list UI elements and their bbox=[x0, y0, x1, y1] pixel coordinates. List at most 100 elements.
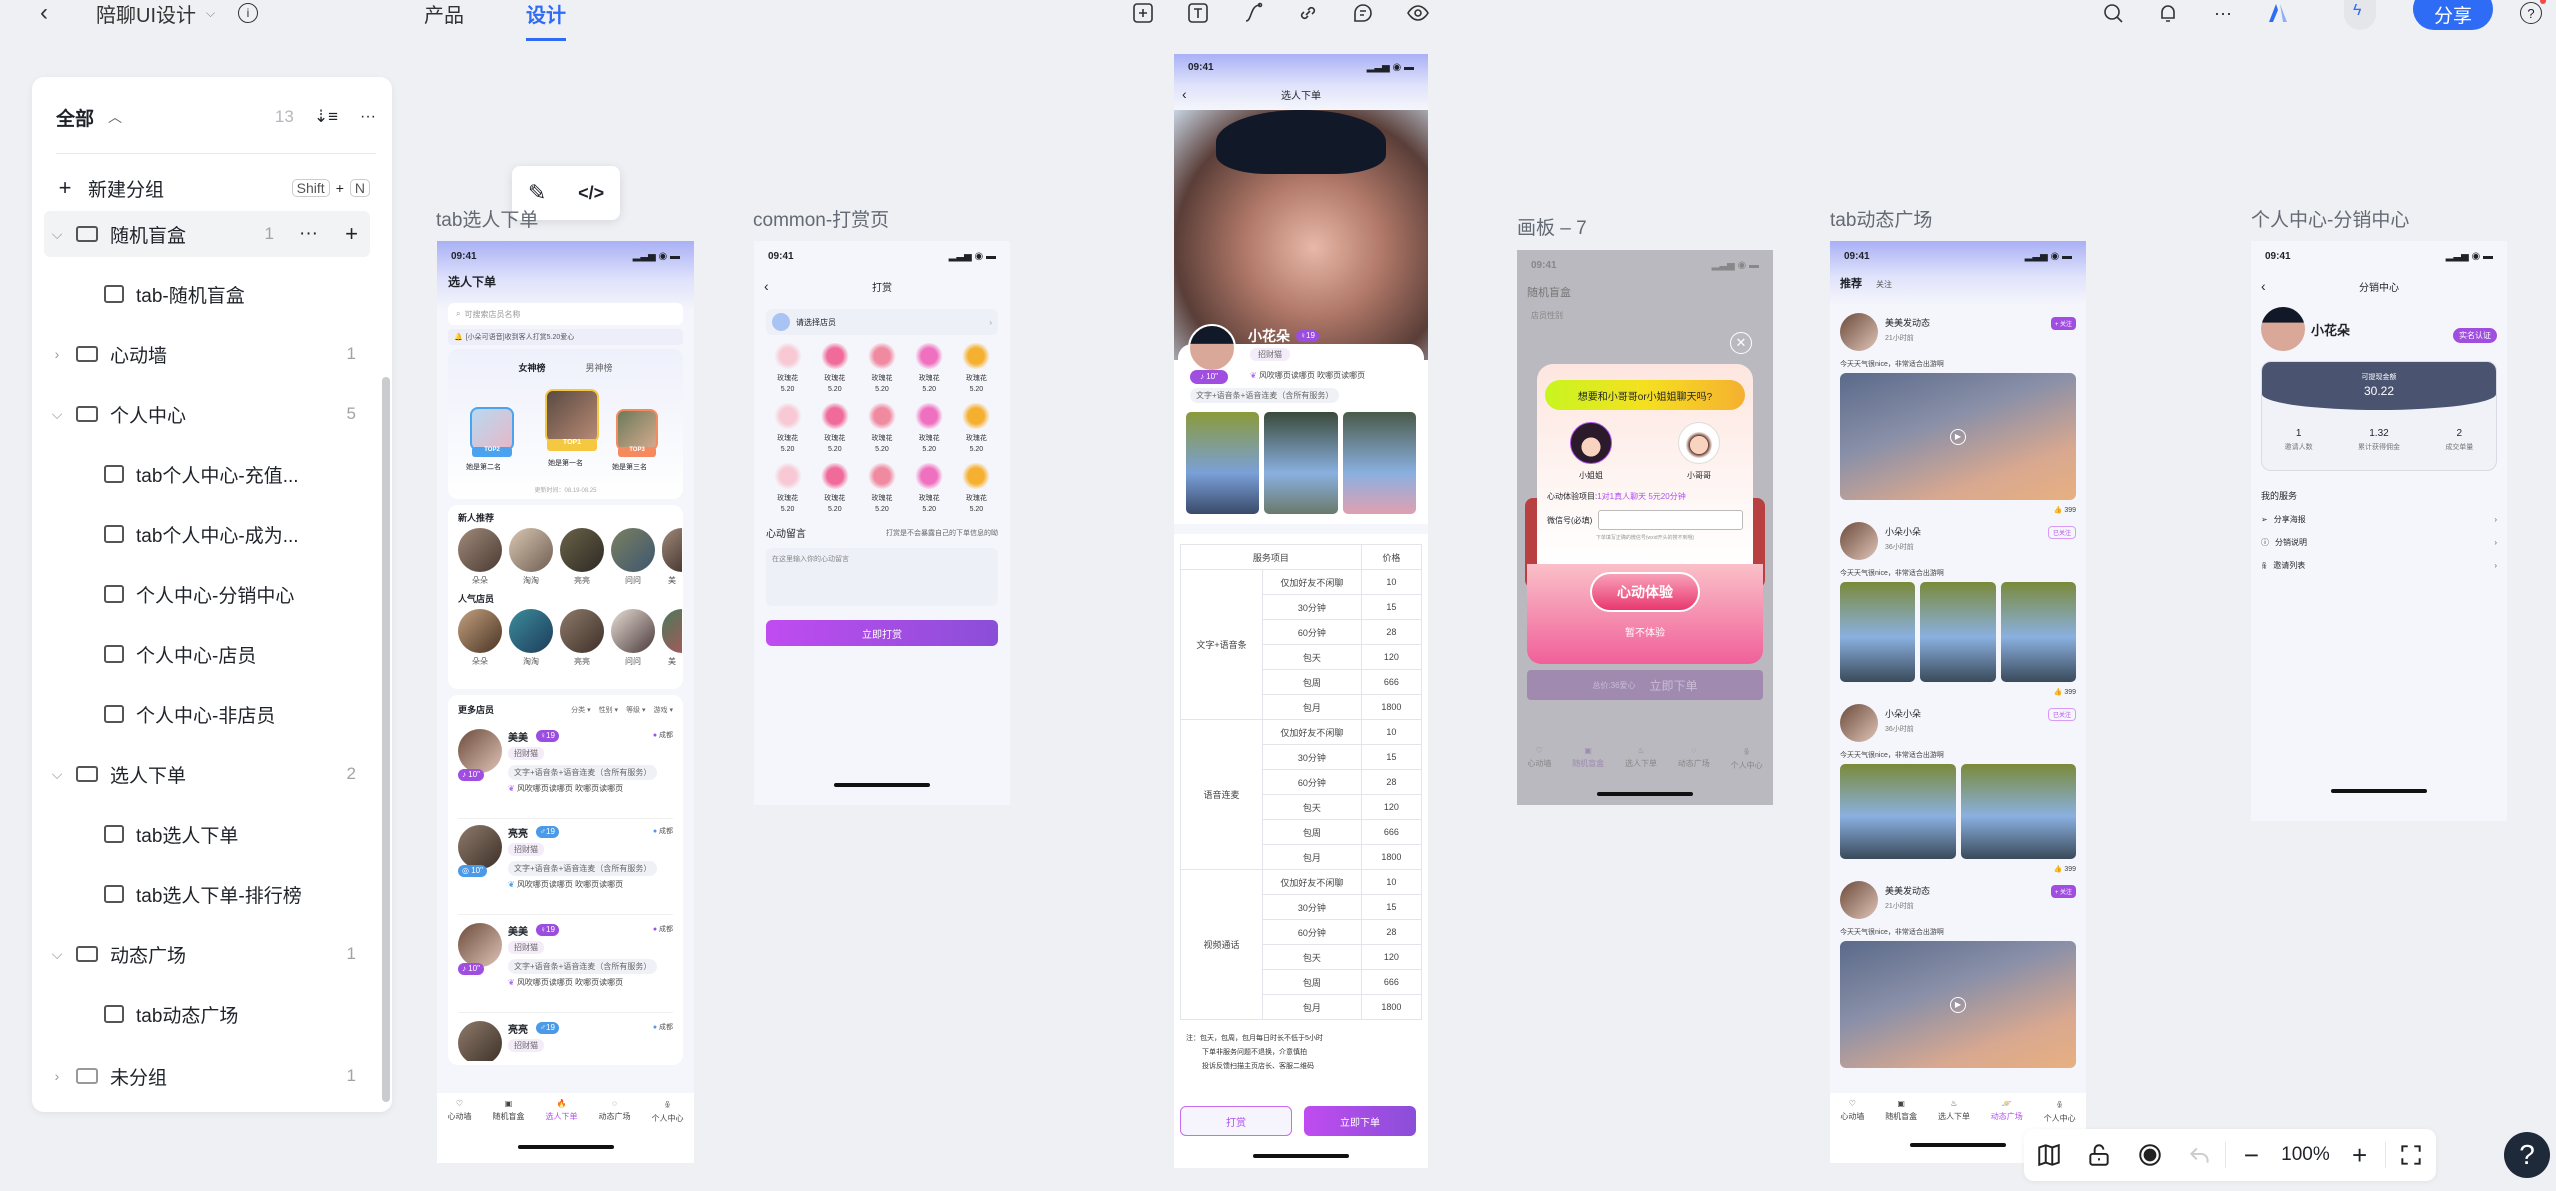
person-item[interactable]: 亮亮 bbox=[560, 609, 604, 667]
project-name[interactable]: 陪聊UI设计 ⌵ bbox=[96, 0, 215, 27]
person-item[interactable]: 淘淘 bbox=[509, 528, 553, 586]
photo[interactable] bbox=[1342, 412, 1416, 514]
filter-dropdown[interactable]: 分类 ▾ bbox=[571, 705, 590, 715]
gift-item[interactable]: 玫瑰花 5.20 bbox=[906, 403, 953, 453]
sidebar-item-page[interactable]: 个人中心-分销中心 bbox=[44, 571, 370, 617]
new-group-button[interactable]: + 新建分组 Shift + N bbox=[44, 165, 370, 211]
play-icon[interactable]: ▶ bbox=[1950, 428, 1966, 445]
sidebar-item-page[interactable]: tab个人中心-成为... bbox=[44, 511, 370, 557]
photo[interactable] bbox=[1264, 412, 1338, 514]
option-female[interactable]: 小姐姐 bbox=[1570, 422, 1612, 481]
service-invite-list[interactable]: ꆜ 邀请列表 › bbox=[2251, 554, 2507, 577]
nav-item[interactable]: ♨ 选人下单 bbox=[1625, 746, 1657, 780]
tab-product[interactable]: 产品 bbox=[424, 0, 464, 27]
photo[interactable] bbox=[1920, 582, 1996, 682]
more-icon[interactable]: ··· bbox=[299, 223, 318, 245]
frame-label[interactable]: tab选人下单 bbox=[436, 205, 538, 232]
voice-badge[interactable]: ♪ 10" bbox=[1190, 370, 1228, 384]
avatar[interactable] bbox=[1840, 881, 1878, 919]
back-icon[interactable]: ‹ bbox=[2261, 278, 2266, 294]
podium-avatar-3[interactable] bbox=[616, 409, 658, 451]
follow-button[interactable]: 已关注 bbox=[2047, 708, 2076, 721]
experience-button[interactable]: 心动体验 bbox=[1590, 572, 1700, 612]
gift-item[interactable]: 玫瑰花 5.20 bbox=[953, 343, 1000, 393]
person-item[interactable]: 朵朵 bbox=[458, 528, 502, 586]
gift-item[interactable]: 玫瑰花 5.20 bbox=[858, 403, 905, 453]
gift-item[interactable]: 玫瑰花 5.20 bbox=[764, 403, 811, 453]
person-item[interactable]: 问问 bbox=[611, 528, 655, 586]
staff-row[interactable]: 亮亮 ♂19 ● 成都 招财猫 bbox=[458, 1021, 673, 1061]
sidebar-group-heart-wall[interactable]: › 心动墙 1 bbox=[44, 331, 370, 377]
fullscreen-button[interactable] bbox=[2386, 1129, 2436, 1181]
sidebar-item-page[interactable]: 个人中心-非店员 bbox=[44, 691, 370, 737]
close-popup-button[interactable]: ✕ bbox=[1730, 332, 1752, 354]
tab-design[interactable]: 设计 bbox=[526, 0, 566, 27]
person-item[interactable]: 朵朵 bbox=[458, 609, 502, 667]
notification-button[interactable] bbox=[2155, 0, 2181, 26]
sidebar-group-pick-order[interactable]: ⌵ 选人下单 2 bbox=[44, 751, 370, 797]
filter-dropdown[interactable]: 性别 ▾ bbox=[599, 705, 618, 715]
podium-avatar-2[interactable] bbox=[470, 407, 514, 451]
sidebar-scrollbar[interactable] bbox=[382, 377, 390, 1102]
info-button[interactable]: i bbox=[238, 0, 258, 26]
sidebar-item-page[interactable]: 个人中心-店员 bbox=[44, 631, 370, 677]
like-count[interactable]: 👍 399 bbox=[1840, 865, 2076, 873]
photo[interactable] bbox=[1840, 582, 1916, 682]
code-icon[interactable]: </> bbox=[578, 183, 604, 204]
back-icon[interactable]: ‹ bbox=[764, 278, 769, 294]
minimap-button[interactable] bbox=[2024, 1129, 2074, 1181]
message-input[interactable]: 在这里输入你的心动留言 bbox=[766, 548, 998, 606]
like-count[interactable]: 👍 399 bbox=[1840, 506, 2076, 514]
tab-goddess[interactable]: 女神榜 bbox=[518, 361, 545, 374]
gift-item[interactable]: 玫瑰花 5.20 bbox=[953, 403, 1000, 453]
sidebar-group-feed[interactable]: ⌵ 动态广场 1 bbox=[44, 931, 370, 977]
voice-badge[interactable]: ♪ 10" bbox=[458, 963, 484, 975]
tab-recommend[interactable]: 推荐 bbox=[1840, 275, 1862, 291]
frame-distribution-center[interactable]: 09:41 ▂▃▅ ◉ ▬ ‹ 分销中心 小花朵 实名认证 可提现金额 30.22… bbox=[2251, 241, 2507, 821]
staff-row[interactable]: ♪ 10" 美美 ♀19 ● 成都 招财猫 文字+语音条+语音连麦（含所有服务）… bbox=[458, 729, 673, 819]
photo[interactable] bbox=[1840, 764, 1956, 859]
comment-tool-button[interactable] bbox=[1350, 0, 1376, 26]
nav-item[interactable]: ▣ 随机盲盒 bbox=[1885, 1099, 1917, 1163]
nav-item[interactable]: 🪐 动态广场 bbox=[1991, 1099, 2023, 1163]
help-button[interactable]: ? bbox=[2504, 1132, 2550, 1178]
help-top-button[interactable]: ? bbox=[2518, 0, 2546, 26]
wechat-input[interactable] bbox=[1598, 510, 1743, 530]
frame-label[interactable]: 画板 – 7 bbox=[1517, 213, 1587, 240]
sidebar-item-page[interactable]: tab动态广场 bbox=[44, 991, 370, 1037]
more-button[interactable]: ··· bbox=[2210, 0, 2236, 26]
avatar[interactable] bbox=[1840, 522, 1878, 560]
filter-dropdown[interactable]: 游戏 ▾ bbox=[654, 705, 673, 715]
avatar[interactable] bbox=[1840, 313, 1878, 351]
gift-item[interactable]: 玫瑰花 5.20 bbox=[764, 343, 811, 393]
tab-follow[interactable]: 关注 bbox=[1876, 279, 1892, 290]
undo-button[interactable] bbox=[2175, 1129, 2225, 1181]
frame-board-7[interactable]: 09:41 ▂▃▅ ◉ ▬ 随机盲盒 店员性别 总价:36爱心 立即下单 ✕ 想要… bbox=[1517, 250, 1773, 805]
search-button[interactable] bbox=[2100, 0, 2126, 26]
frame-tip-page[interactable]: 09:41 ▂▃▅ ◉ ▬ ‹ 打赏 请选择店员 › 玫瑰花 5.20 玫瑰花 5.20… bbox=[754, 241, 1010, 805]
gift-item[interactable]: 玫瑰花 5.20 bbox=[764, 463, 811, 513]
frame-label[interactable]: common-打赏页 bbox=[753, 205, 889, 232]
sidebar-item-page[interactable]: tab个人中心-充值... bbox=[44, 451, 370, 497]
edit-pen-icon[interactable]: ✎ bbox=[528, 180, 546, 206]
connector-tool-button[interactable] bbox=[1240, 0, 1266, 26]
podium-avatar-1[interactable] bbox=[545, 389, 599, 443]
like-count[interactable]: 👍 399 bbox=[1840, 688, 2076, 696]
post-item[interactable]: 小朵小朵 36小时前 已关注 今天天气很nice，非常适合出游啊 👍 399 bbox=[1840, 522, 2076, 696]
record-button[interactable] bbox=[2125, 1129, 2175, 1181]
order-now-button[interactable]: 立即下单 bbox=[1304, 1106, 1416, 1136]
service-distribution-info[interactable]: ⓘ 分销说明 › bbox=[2251, 531, 2507, 554]
staff-row[interactable]: ♪ 10" 美美 ♀19 ● 成都 招财猫 文字+语音条+语音连麦（含所有服务）… bbox=[458, 923, 673, 1013]
follow-button[interactable]: 已关注 bbox=[2047, 526, 2076, 539]
tip-button[interactable]: 打赏 bbox=[1180, 1106, 1292, 1136]
tab-god[interactable]: 男神榜 bbox=[586, 361, 613, 374]
photo[interactable] bbox=[1186, 412, 1260, 514]
zoom-level[interactable]: 100% bbox=[2276, 1144, 2334, 1166]
more-icon[interactable]: ··· bbox=[360, 108, 376, 126]
photo[interactable] bbox=[1960, 764, 2076, 859]
person-item[interactable]: 问问 bbox=[611, 609, 655, 667]
sort-icon[interactable]: ⇣≡ bbox=[314, 107, 338, 127]
sidebar-item-page[interactable]: tab-随机盲盒 bbox=[44, 271, 370, 317]
tip-now-button[interactable]: 立即打赏 bbox=[766, 620, 998, 646]
sidebar-group-ungrouped[interactable]: › 未分组 1 bbox=[44, 1053, 370, 1099]
